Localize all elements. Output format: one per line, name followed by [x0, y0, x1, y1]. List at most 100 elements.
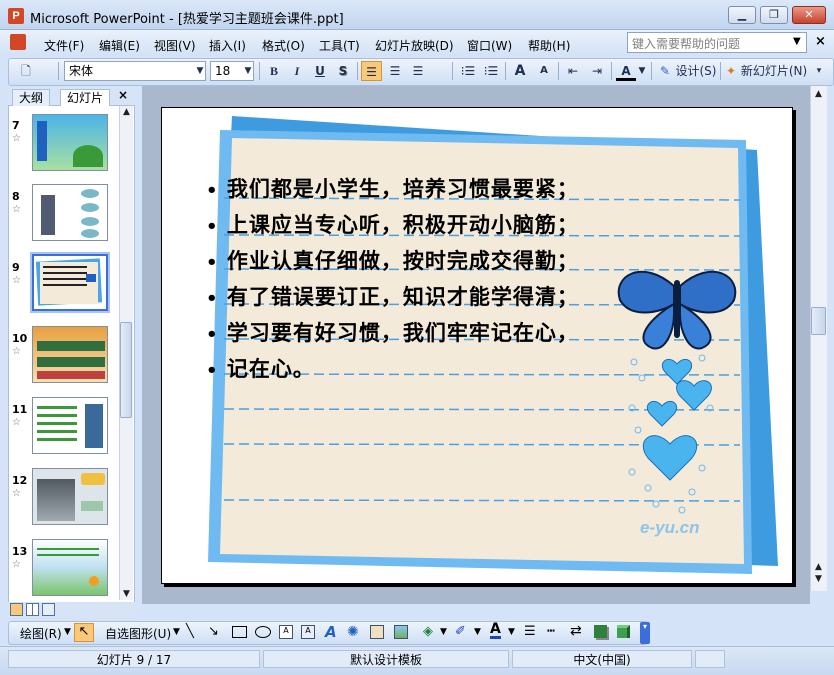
- document-close-icon[interactable]: ×: [815, 34, 826, 49]
- bullet-list-icon[interactable]: ⁝☰: [481, 61, 501, 81]
- scroll-up-icon[interactable]: ▲: [119, 107, 134, 117]
- pane-close-icon[interactable]: ×: [118, 88, 128, 102]
- scroll-up-icon[interactable]: ▲: [811, 89, 826, 99]
- numbered-list-icon[interactable]: ⁝☰: [458, 61, 478, 81]
- slide-number: 10: [12, 332, 28, 345]
- textbox-icon[interactable]: A: [279, 625, 293, 639]
- toolbar-separator: [259, 62, 260, 80]
- slide-thumbnail-13[interactable]: [32, 539, 108, 596]
- toolbar-options-icon[interactable]: ▾: [640, 622, 650, 644]
- line-style-icon[interactable]: ☰: [524, 624, 536, 639]
- slide-number: 7: [12, 119, 20, 132]
- scroll-down-icon[interactable]: ▼: [119, 589, 134, 599]
- menu-view[interactable]: 视图(V): [154, 37, 196, 54]
- document-icon[interactable]: [10, 34, 26, 50]
- new-slide-button[interactable]: 新幻灯片(N): [740, 61, 808, 81]
- slide-thumbnail-8[interactable]: [32, 184, 108, 241]
- menu-insert[interactable]: 插入(I): [209, 37, 246, 54]
- close-button[interactable]: ✕: [792, 6, 826, 24]
- align-center-icon[interactable]: ☰: [385, 61, 405, 81]
- design-template-status: 默认设计模板: [263, 650, 509, 668]
- 3d-style-icon[interactable]: [617, 625, 630, 638]
- underline-button[interactable]: U: [310, 61, 330, 81]
- chevron-down-icon[interactable]: ▼: [508, 627, 515, 637]
- oval-icon[interactable]: [255, 626, 271, 638]
- slide-thumbnail-11[interactable]: [32, 397, 108, 454]
- fill-color-icon[interactable]: ◈: [423, 624, 433, 639]
- font-color-button[interactable]: A: [616, 61, 636, 81]
- menu-help[interactable]: 帮助(H): [528, 37, 570, 54]
- slide-sorter-view-icon[interactable]: [26, 603, 39, 616]
- menu-tools[interactable]: 工具(T): [319, 37, 360, 54]
- current-slide[interactable]: • 我们都是小学生，培养习惯最要紧； • 上课应当专心听，积极开动小脑筋； • …: [161, 107, 793, 584]
- normal-view-icon[interactable]: [10, 603, 23, 616]
- font-name-select[interactable]: 宋体: [64, 61, 206, 81]
- restore-button[interactable]: ❐: [760, 6, 788, 24]
- window-title: Microsoft PowerPoint - [热爱学习主题班会课件.ppt]: [30, 12, 344, 27]
- arrow-icon[interactable]: ↘: [208, 624, 219, 639]
- select-pointer-icon[interactable]: ↖: [74, 623, 94, 642]
- menu-file[interactable]: 文件(F): [44, 37, 84, 54]
- powerpoint-app-icon[interactable]: P: [8, 8, 24, 24]
- slide-text-body[interactable]: • 我们都是小学生，培养习惯最要紧； • 上课应当专心听，积极开动小脑筋； • …: [206, 172, 579, 388]
- new-document-icon[interactable]: 🗋: [16, 61, 36, 81]
- slide-thumbnail-7[interactable]: [32, 114, 108, 171]
- tab-slides[interactable]: 幻灯片: [60, 89, 111, 106]
- line-icon[interactable]: ╲: [186, 624, 194, 639]
- picture-icon[interactable]: [394, 625, 408, 639]
- slide-scrollbar[interactable]: [810, 86, 827, 591]
- shrink-font-button[interactable]: A: [534, 61, 554, 81]
- design-icon[interactable]: ✎: [656, 61, 674, 81]
- language-status: 中文(中国): [512, 650, 692, 668]
- rectangle-icon[interactable]: [232, 626, 247, 638]
- draw-font-color-icon[interactable]: A: [490, 622, 501, 639]
- shadow-button[interactable]: S: [333, 61, 353, 81]
- chevron-down-icon[interactable]: ▼: [173, 627, 180, 637]
- thumbnails-scroll-thumb[interactable]: [120, 322, 132, 418]
- shadow-style-icon[interactable]: [594, 625, 607, 638]
- autoshapes-button[interactable]: 自选图形(U): [105, 625, 171, 642]
- decrease-indent-icon[interactable]: ⇤: [563, 61, 583, 81]
- chevron-down-icon[interactable]: ▼: [474, 627, 481, 637]
- design-button[interactable]: 设计(S): [675, 61, 717, 81]
- slide-thumbnail-12[interactable]: [32, 468, 108, 525]
- menu-format[interactable]: 格式(O): [262, 37, 305, 54]
- draw-menu-button[interactable]: 绘图(R): [20, 625, 62, 642]
- slideshow-view-icon[interactable]: [42, 603, 55, 616]
- increase-indent-icon[interactable]: ⇥: [587, 61, 607, 81]
- line-color-icon[interactable]: ✐: [455, 624, 466, 639]
- vertical-textbox-icon[interactable]: A: [301, 625, 315, 639]
- chevron-down-icon[interactable]: ▼: [793, 36, 801, 47]
- slide-scroll-thumb[interactable]: [811, 307, 826, 335]
- italic-button[interactable]: I: [287, 61, 307, 81]
- chevron-down-icon[interactable]: ▼: [440, 627, 447, 637]
- slide-thumbnail-10[interactable]: [32, 326, 108, 383]
- align-left-icon[interactable]: ☰: [361, 61, 382, 81]
- next-slide-icon[interactable]: ▼: [811, 574, 826, 584]
- align-right-icon[interactable]: ☰: [408, 61, 428, 81]
- help-search-input[interactable]: 键入需要帮助的问题: [627, 32, 807, 53]
- wordart-icon[interactable]: A: [325, 623, 337, 641]
- previous-slide-icon[interactable]: ▲: [811, 562, 826, 572]
- chevron-down-icon[interactable]: ▼: [242, 61, 254, 81]
- toolbar-options-icon[interactable]: ▾: [812, 61, 826, 81]
- star-icon: ☆: [12, 133, 21, 144]
- bold-button[interactable]: B: [264, 61, 284, 81]
- menu-edit[interactable]: 编辑(E): [99, 37, 140, 54]
- menu-slideshow[interactable]: 幻灯片放映(D): [375, 37, 454, 54]
- new-slide-icon[interactable]: ✦: [723, 61, 739, 81]
- grow-font-button[interactable]: A: [510, 61, 530, 81]
- chevron-down-icon[interactable]: ▼: [64, 627, 71, 637]
- arrow-style-icon[interactable]: ⇄: [570, 623, 582, 639]
- dash-style-icon[interactable]: ┅: [547, 624, 555, 639]
- clipart-icon[interactable]: [370, 625, 384, 639]
- slide-count-status: 幻灯片 9 / 17: [8, 650, 260, 668]
- minimize-button[interactable]: ▁: [728, 6, 756, 24]
- menu-window[interactable]: 窗口(W): [467, 37, 512, 54]
- tab-outline[interactable]: 大纲: [12, 89, 51, 106]
- slide-thumbnail-9-selected[interactable]: [30, 252, 110, 313]
- diagram-icon[interactable]: ✺: [347, 624, 359, 640]
- star-icon: ☆: [12, 275, 21, 286]
- chevron-down-icon[interactable]: ▼: [637, 61, 647, 81]
- chevron-down-icon[interactable]: ▼: [194, 61, 206, 81]
